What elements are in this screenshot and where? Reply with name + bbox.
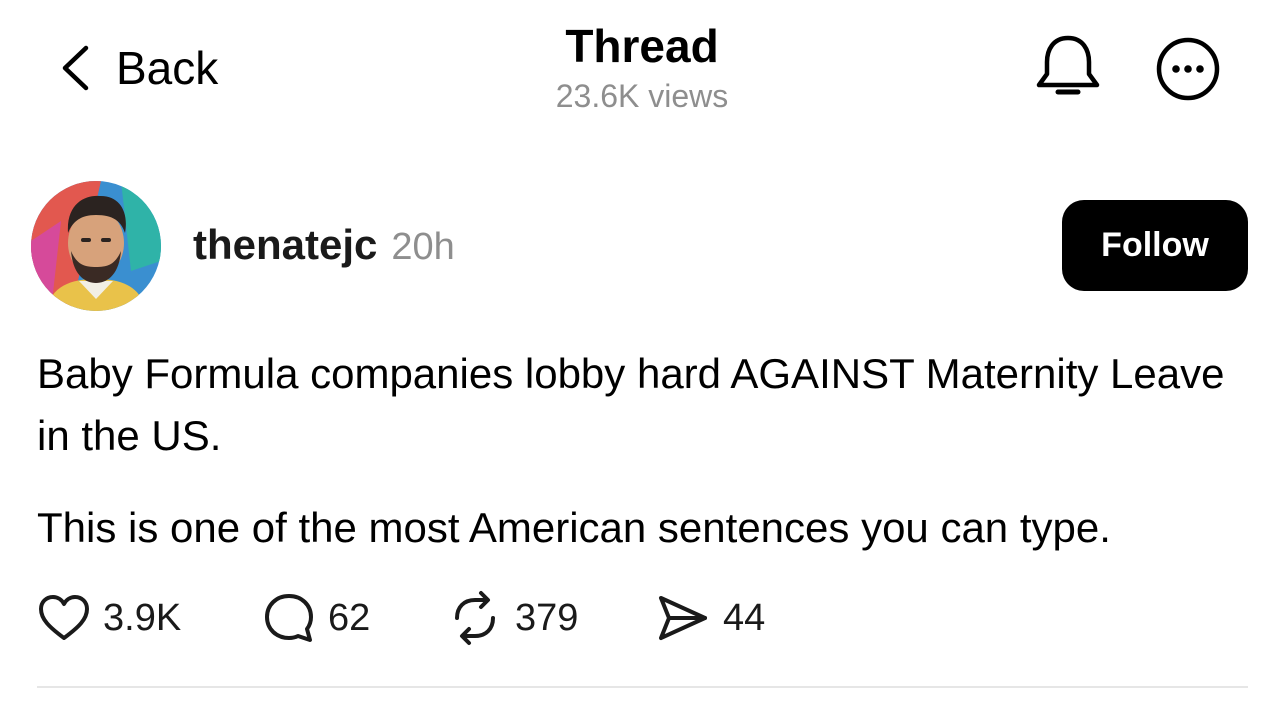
heart-icon	[39, 595, 89, 640]
bell-icon[interactable]	[1033, 30, 1103, 102]
reply-count: 62	[328, 596, 371, 639]
share-button[interactable]: 44	[655, 588, 765, 648]
like-button[interactable]: 3.9K	[37, 588, 181, 648]
more-options-icon[interactable]	[1152, 35, 1224, 103]
send-icon	[659, 596, 707, 640]
post-timestamp: 20h	[391, 226, 455, 268]
reply-button[interactable]: 62	[262, 588, 370, 648]
repost-icon	[455, 591, 495, 645]
thread-page: Back Thread 23.6K views thenatejc 20h Fo…	[0, 0, 1284, 715]
repost-button[interactable]: 379	[447, 588, 578, 648]
author-meta: thenatejc 20h	[193, 220, 455, 272]
author-username[interactable]: thenatejc	[193, 220, 377, 270]
follow-button[interactable]: Follow	[1062, 200, 1248, 291]
post-paragraph: This is one of the most American sentenc…	[37, 504, 1111, 551]
avatar[interactable]	[31, 181, 161, 311]
repost-count: 379	[515, 596, 579, 639]
comment-bubble-icon	[265, 594, 313, 642]
share-count: 44	[723, 596, 766, 639]
post-body: Baby Formula companies lobby hard AGAINS…	[37, 343, 1247, 559]
post-paragraph: Baby Formula companies lobby hard AGAINS…	[37, 350, 1225, 459]
like-count: 3.9K	[103, 596, 182, 639]
divider	[37, 686, 1248, 688]
